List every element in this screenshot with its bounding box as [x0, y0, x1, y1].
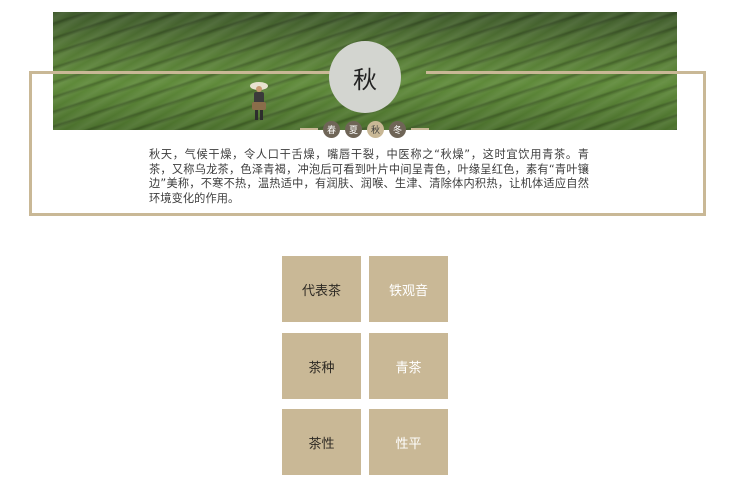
season-tab-autumn[interactable]: 秋	[367, 120, 384, 138]
season-row-line-right	[411, 128, 429, 130]
info-key-representative-tea: 代表茶	[282, 256, 361, 322]
season-row-line-left	[300, 128, 318, 130]
frame-top-line-right	[426, 71, 703, 74]
season-selector: 春 夏 秋 冬	[297, 120, 432, 138]
season-tab-summer[interactable]: 夏	[345, 120, 362, 138]
current-season-badge: 秋	[329, 41, 401, 113]
season-tab-winter[interactable]: 冬	[389, 120, 406, 138]
info-key-tea-nature: 茶性	[282, 409, 361, 475]
info-value-tea-nature: 性平	[369, 409, 448, 475]
info-key-tea-type: 茶种	[282, 333, 361, 399]
info-value-representative-tea: 铁观音	[369, 256, 448, 322]
season-description: 秋天，气候干燥，令人口干舌燥，嘴唇干裂，中医称之“秋燥”，这时宜饮用青茶。青茶，…	[149, 148, 589, 205]
info-value-tea-type: 青茶	[369, 333, 448, 399]
season-tab-spring[interactable]: 春	[323, 120, 340, 138]
frame-top-line-left	[29, 71, 330, 74]
